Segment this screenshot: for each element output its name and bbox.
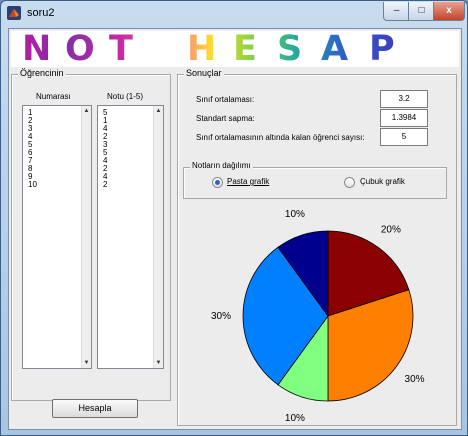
- banner-letter: E: [233, 29, 259, 69]
- results-panel: Sonuçlar Sınıf ortalaması: 3.2 Standart …: [177, 68, 457, 426]
- bar-chart-label[interactable]: Çubuk grafik: [360, 177, 405, 186]
- banner-letter: S: [277, 29, 305, 69]
- pie-chart-radio[interactable]: [212, 177, 223, 188]
- numbers-listbox[interactable]: 1 2 3 4 5 6 7 8 9 10 ▲ ▼: [22, 105, 92, 369]
- pie-chart-label[interactable]: Pasta grafik: [227, 177, 269, 186]
- pie-slice-label: 20%: [381, 224, 401, 235]
- window-title: soru2: [27, 7, 55, 19]
- pie-slice-label: 30%: [211, 311, 231, 322]
- scroll-up-arrow-icon[interactable]: ▲: [83, 107, 90, 115]
- banner-letter: A: [321, 29, 351, 69]
- results-panel-title: Sonuçlar: [184, 68, 224, 78]
- distribution-panel: Notların dağılımı Pasta grafik Çubuk gra…: [183, 161, 447, 199]
- grades-listbox[interactable]: 5142354242 ▲ ▼: [97, 105, 164, 369]
- banner-letter: H: [187, 29, 219, 69]
- stddev-field[interactable]: 1.3984: [380, 109, 428, 127]
- scroll-down-arrow-icon[interactable]: ▼: [155, 359, 162, 367]
- minimize-button[interactable]: –: [383, 2, 410, 21]
- banner-letter: T: [109, 29, 135, 69]
- bar-chart-radio[interactable]: [344, 177, 355, 188]
- below-average-label: Sınıf ortalamasının altında kalan öğrenc…: [196, 133, 365, 142]
- average-label: Sınıf ortalaması:: [196, 95, 255, 104]
- banner-letter: P: [369, 29, 397, 69]
- banner: N O T H E S A P: [11, 29, 459, 69]
- pie-slice-label: 10%: [285, 413, 305, 424]
- below-average-field[interactable]: 5: [380, 128, 428, 146]
- app-window: soru2 – □ x N O T H E S A P Öğrencinin N…: [0, 0, 468, 436]
- grades-scrollbar[interactable]: ▲ ▼: [153, 106, 163, 368]
- maximize-button[interactable]: □: [408, 2, 435, 21]
- pie-slice-label: 10%: [285, 209, 305, 220]
- stddev-label: Standart sapma:: [196, 114, 255, 123]
- numbers-header: Numarası: [36, 92, 71, 101]
- average-field[interactable]: 3.2: [380, 90, 428, 108]
- hesapla-button[interactable]: Hesapla: [52, 399, 138, 418]
- close-button[interactable]: x: [433, 2, 465, 21]
- figure-client-area: N O T H E S A P Öğrencinin Numarası Notu…: [8, 28, 462, 430]
- pie-slice-label: 30%: [405, 374, 425, 385]
- grades-header: Notu (1-5): [107, 92, 144, 101]
- title-bar[interactable]: soru2 – □ x: [1, 1, 467, 25]
- students-panel-title: Öğrencinin: [18, 68, 66, 78]
- distribution-panel-title: Notların dağılımı: [190, 161, 253, 170]
- scroll-down-arrow-icon[interactable]: ▼: [83, 359, 90, 367]
- banner-letter: O: [65, 29, 97, 69]
- scroll-up-arrow-icon[interactable]: ▲: [155, 107, 162, 115]
- numbers-scrollbar[interactable]: ▲ ▼: [81, 106, 91, 368]
- students-panel: Öğrencinin Numarası Notu (1-5) 123456789…: [11, 68, 171, 401]
- pie-chart: 20% 30% 10% 30% 10%: [211, 209, 425, 424]
- banner-letter: N: [22, 29, 54, 69]
- matlab-icon: [7, 6, 21, 20]
